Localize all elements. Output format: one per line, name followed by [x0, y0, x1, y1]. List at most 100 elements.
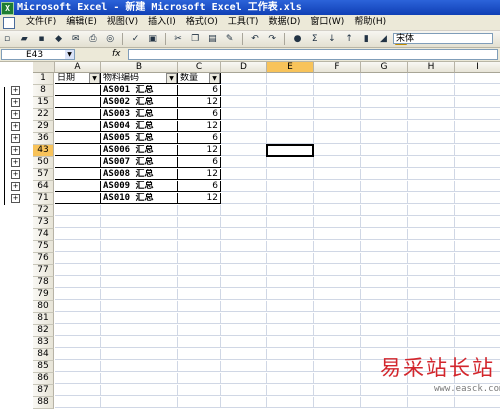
cell[interactable] [55, 385, 101, 396]
cell[interactable] [178, 301, 221, 312]
research-icon[interactable]: ▣ [147, 33, 159, 45]
cell[interactable] [314, 397, 361, 408]
cell[interactable] [267, 337, 314, 348]
cell[interactable] [221, 241, 267, 252]
cell[interactable] [101, 361, 178, 372]
menu-insert[interactable]: 插入(I) [143, 15, 181, 30]
cell[interactable] [267, 193, 314, 204]
cell[interactable] [101, 277, 178, 288]
cell[interactable] [361, 121, 408, 132]
cell[interactable] [361, 181, 408, 192]
cell[interactable] [55, 85, 101, 96]
row-header[interactable]: 22 [33, 109, 54, 121]
cell[interactable] [314, 157, 361, 168]
autofilter-dropdown-icon[interactable]: ▼ [89, 73, 100, 83]
expand-group-icon[interactable]: + [11, 182, 20, 191]
row-header[interactable]: 81 [33, 313, 54, 325]
cell[interactable] [361, 241, 408, 252]
cell[interactable] [221, 109, 267, 120]
chevron-down-icon[interactable]: ▼ [65, 50, 74, 59]
quantity-cell[interactable]: 12 [178, 121, 221, 132]
cell[interactable] [55, 109, 101, 120]
cell[interactable] [267, 397, 314, 408]
cell[interactable] [408, 193, 455, 204]
cell[interactable] [221, 193, 267, 204]
cell[interactable] [455, 313, 500, 324]
cell[interactable] [221, 313, 267, 324]
cell[interactable] [314, 205, 361, 216]
row-header[interactable]: 15 [33, 97, 54, 109]
cell[interactable] [408, 169, 455, 180]
cell[interactable] [361, 217, 408, 228]
cell[interactable] [221, 289, 267, 300]
cell[interactable] [221, 97, 267, 108]
cell[interactable] [178, 397, 221, 408]
cell[interactable] [408, 85, 455, 96]
formula-input[interactable] [128, 49, 498, 60]
cell[interactable] [101, 349, 178, 360]
row-header[interactable]: 50 [33, 157, 54, 169]
autofilter-dropdown-icon[interactable]: ▼ [209, 73, 220, 83]
column-header-b[interactable]: B [101, 62, 178, 73]
row-header[interactable]: 57 [33, 169, 54, 181]
cell[interactable] [361, 325, 408, 336]
table-header-cell[interactable]: 数量 ▼ [178, 73, 221, 84]
cell[interactable] [267, 253, 314, 264]
cell[interactable] [55, 241, 101, 252]
menu-help[interactable]: 帮助(H) [349, 15, 391, 30]
row-header[interactable]: 77 [33, 265, 54, 277]
cell[interactable] [178, 241, 221, 252]
cell[interactable] [101, 337, 178, 348]
cell[interactable] [55, 193, 101, 204]
cell[interactable] [55, 289, 101, 300]
cell[interactable] [221, 277, 267, 288]
row-header[interactable]: 79 [33, 289, 54, 301]
cell[interactable] [267, 289, 314, 300]
cell[interactable] [408, 73, 455, 84]
cell[interactable] [101, 397, 178, 408]
cell[interactable] [55, 133, 101, 144]
cell[interactable] [361, 145, 408, 156]
material-code-cell[interactable]: AS008 汇总 [101, 169, 178, 180]
hyperlink-icon[interactable]: ● [292, 33, 304, 45]
cell[interactable] [408, 229, 455, 240]
font-name-select[interactable]: 宋体 [393, 33, 493, 44]
cell[interactable] [101, 289, 178, 300]
cell[interactable] [455, 301, 500, 312]
cell[interactable] [361, 289, 408, 300]
cell[interactable] [314, 337, 361, 348]
cell[interactable] [361, 253, 408, 264]
cell[interactable] [55, 205, 101, 216]
cell[interactable] [221, 73, 267, 84]
cell[interactable] [178, 205, 221, 216]
cell[interactable] [314, 265, 361, 276]
row-header[interactable]: 29 [33, 121, 54, 133]
cell[interactable] [455, 169, 500, 180]
cell[interactable] [408, 277, 455, 288]
material-code-cell[interactable]: AS010 汇总 [101, 193, 178, 204]
cell[interactable] [314, 313, 361, 324]
undo-icon[interactable]: ↶ [249, 33, 261, 45]
cell[interactable] [314, 217, 361, 228]
cell[interactable] [314, 289, 361, 300]
cell[interactable] [267, 301, 314, 312]
cell[interactable] [361, 85, 408, 96]
cell[interactable] [408, 253, 455, 264]
row-header[interactable]: 64 [33, 181, 54, 193]
row-header[interactable]: 73 [33, 217, 54, 229]
cell[interactable] [455, 205, 500, 216]
cell[interactable] [408, 145, 455, 156]
cell[interactable] [101, 385, 178, 396]
cell[interactable] [361, 337, 408, 348]
expand-group-icon[interactable]: + [11, 134, 20, 143]
cell[interactable] [221, 181, 267, 192]
cell[interactable] [55, 145, 101, 156]
cell[interactable] [55, 181, 101, 192]
sort-descending-icon[interactable]: ↑ [343, 33, 355, 45]
cell[interactable] [314, 145, 361, 156]
cell[interactable] [314, 325, 361, 336]
open-icon[interactable]: ▰ [18, 33, 30, 45]
cell[interactable] [101, 253, 178, 264]
cell[interactable] [408, 205, 455, 216]
expand-group-icon[interactable]: + [11, 170, 20, 179]
